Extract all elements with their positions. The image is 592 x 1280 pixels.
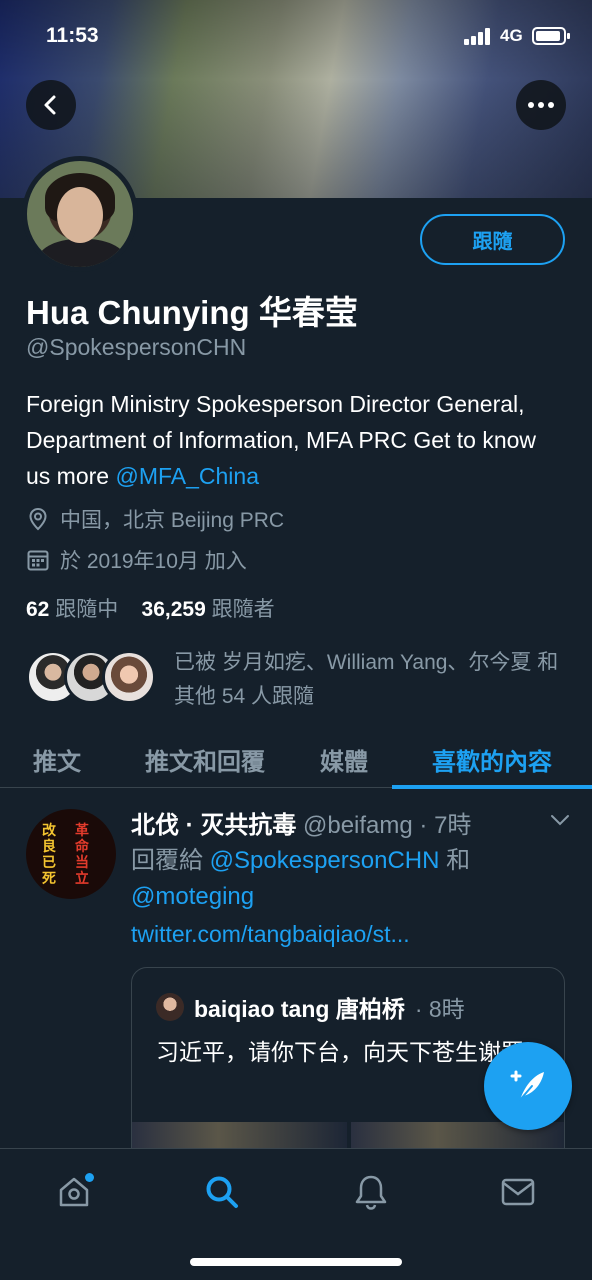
bio-text: Foreign Ministry Spokesperson Director G… xyxy=(26,391,537,489)
quote-header: baiqiao tang 唐柏桥 · 8時 xyxy=(156,990,465,1024)
followers-count: 36,259 xyxy=(141,598,206,621)
back-arrow-icon xyxy=(44,95,56,115)
profile-tabs: 推文 推文和回覆 媒體 喜歡的內容 xyxy=(0,730,592,789)
avatar-poster: 改良已死 革命当立 xyxy=(26,809,116,899)
notifications-icon xyxy=(355,1175,387,1210)
tab-tweets-replies[interactable]: 推文和回覆 xyxy=(114,730,296,788)
mutual-avatars xyxy=(26,650,156,706)
following-label: 跟隨中 xyxy=(55,598,119,621)
quote-time: · 8時 xyxy=(414,996,465,1022)
followers-label: 跟隨者 xyxy=(211,598,275,621)
tweet-handle-time: @beifamg · 7時 xyxy=(303,812,472,839)
poster-text-right: 革命当立 xyxy=(75,823,89,887)
home-indicator[interactable] xyxy=(190,1258,402,1266)
reply-and: 和 xyxy=(439,847,471,874)
display-name: Hua Chunying 华春莹 xyxy=(26,294,358,331)
compose-tweet-button[interactable] xyxy=(484,1042,572,1130)
tweet-author-name[interactable]: 北伐 · 灭共抗毒 xyxy=(131,812,296,839)
tweet-avatar[interactable]: 改良已死 革命当立 xyxy=(26,809,116,899)
tab-media[interactable]: 媒體 xyxy=(296,730,392,788)
quote-author-name: baiqiao tang 唐柏桥 xyxy=(194,996,405,1022)
reply-mention-2[interactable]: @moteging xyxy=(131,883,254,910)
follow-button[interactable]: 跟隨 xyxy=(420,214,565,265)
reply-context: 回覆給 @SpokespersonCHN 和 @moteging xyxy=(131,843,551,915)
joined-text: 於 2019年10月 加入 xyxy=(60,550,247,573)
follow-counts: 62 跟隨中 36,259 跟隨者 xyxy=(26,593,275,623)
compose-quill-icon xyxy=(510,1070,544,1101)
quote-avatar xyxy=(156,993,184,1021)
following-link[interactable]: 62 跟隨中 xyxy=(26,598,118,621)
followed-by-text: 已被 岁月如疙、William Yang、尔今夏 和其他 54 人跟隨 xyxy=(174,651,559,708)
search-icon xyxy=(206,1176,238,1208)
followers-you-know[interactable]: 已被 岁月如疙、William Yang、尔今夏 和其他 54 人跟隨 xyxy=(26,646,566,712)
network-type: 4G xyxy=(500,26,523,45)
status-time: 11:53 xyxy=(46,24,99,47)
following-count: 62 xyxy=(26,598,50,621)
mutual-avatar xyxy=(102,650,156,704)
tab-tweets[interactable]: 推文 xyxy=(0,730,114,788)
nav-search[interactable] xyxy=(192,1167,252,1217)
location-text: 中国，北京 Beijing PRC xyxy=(60,509,285,532)
status-bar: 11:53 4G xyxy=(0,0,592,72)
nav-messages[interactable] xyxy=(488,1167,548,1217)
joined-row: 於 2019年10月 加入 xyxy=(26,545,247,575)
back-button[interactable] xyxy=(26,80,76,130)
location-row: 中国，北京 Beijing PRC xyxy=(26,504,284,534)
profile-avatar[interactable] xyxy=(22,156,138,272)
profile-handle: @SpokespersonCHN xyxy=(26,334,247,360)
nav-notifications[interactable] xyxy=(341,1167,401,1217)
chevron-down-icon[interactable] xyxy=(550,813,570,827)
poster-text-left: 改良已死 xyxy=(42,823,56,887)
tab-likes[interactable]: 喜歡的內容 xyxy=(392,730,592,788)
reply-mention-1[interactable]: @SpokespersonCHN xyxy=(210,847,440,874)
followers-link[interactable]: 36,259 跟隨者 xyxy=(142,598,275,621)
calendar-icon xyxy=(27,550,49,571)
battery-icon xyxy=(532,27,570,45)
tweet-header: 北伐 · 灭共抗毒 @beifamg · 7時 xyxy=(131,805,471,840)
bio-link[interactable]: @MFA_China xyxy=(115,463,259,489)
avatar-face xyxy=(57,187,103,243)
signal-icon xyxy=(464,28,492,45)
nav-home[interactable] xyxy=(44,1167,104,1217)
more-button[interactable] xyxy=(516,80,566,130)
more-icon xyxy=(528,102,554,108)
new-content-dot xyxy=(85,1173,94,1182)
profile-bio: Foreign Ministry Spokesperson Director G… xyxy=(26,386,566,494)
location-pin-icon xyxy=(29,507,47,531)
avatar-body xyxy=(37,239,127,267)
messages-icon xyxy=(501,1178,535,1206)
tweet-link[interactable]: twitter.com/tangbaiqiao/st... xyxy=(131,921,410,948)
reply-prefix: 回覆給 xyxy=(131,847,210,874)
